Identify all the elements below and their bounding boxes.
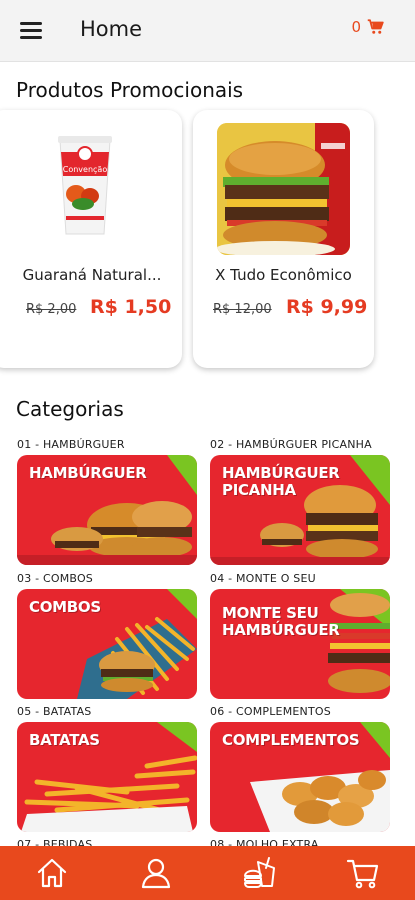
- menu-icon-bar: [20, 22, 42, 25]
- category-label: 06 - COMPLEMENTOS: [210, 705, 331, 718]
- x-tudo-image: [217, 123, 350, 255]
- category-label: 05 - BATATAS: [17, 705, 92, 718]
- category-banner-text: BATATAS: [29, 731, 100, 749]
- category-label: 04 - MONTE O SEU: [210, 572, 316, 585]
- nav-menu-button[interactable]: [234, 851, 284, 895]
- guarana-cup-image: Convenção: [58, 136, 112, 235]
- menu-icon-bar: [20, 29, 42, 32]
- promo-product-name: Guaraná Natural...: [22, 266, 162, 284]
- promo-old-price: R$ 2,00: [26, 302, 77, 317]
- category-label: 02 - HAMBÚRGUER PICANHA: [210, 438, 372, 451]
- category-card-complementos[interactable]: COMPLEMENTOS: [210, 722, 390, 832]
- category-banner-text: COMBOS: [29, 598, 101, 616]
- category-banner-text: MONTE SEU HAMBÚRGUER: [222, 604, 340, 639]
- category-card-hamburguer[interactable]: HAMBÚRGUER: [17, 455, 197, 565]
- nav-cart-button[interactable]: [338, 851, 388, 895]
- promo-product-name: X Tudo Econômico: [215, 266, 352, 284]
- category-banner-text: HAMBÚRGUER: [29, 464, 147, 482]
- category-banner-text: HAMBÚRGUER PICANHA: [222, 464, 340, 499]
- nav-profile-button[interactable]: [131, 851, 181, 895]
- category-label: 03 - COMBOS: [17, 572, 93, 585]
- menu-button[interactable]: [20, 22, 42, 40]
- promo-old-price: R$ 12,00: [213, 302, 272, 317]
- nav-home-button[interactable]: [27, 851, 77, 895]
- categories-section-title: Categorias: [16, 397, 124, 421]
- home-icon: [37, 858, 66, 888]
- menu-icon-bar: [20, 36, 42, 39]
- cup-brand-text: Convenção: [63, 165, 108, 174]
- cart-icon: [347, 859, 379, 889]
- food-icon: [244, 857, 276, 888]
- promo-card-guarana[interactable]: Convenção Guaraná Natural... R$ 2,00 R$ …: [0, 110, 182, 368]
- category-card-monte-seu[interactable]: MONTE SEU HAMBÚRGUER: [210, 589, 390, 699]
- category-card-hamburguer-picanha[interactable]: HAMBÚRGUER PICANHA: [210, 455, 390, 565]
- category-card-batatas[interactable]: BATATAS: [17, 722, 197, 832]
- page-title: Home: [80, 17, 143, 41]
- promo-new-price: R$ 9,99: [286, 296, 368, 318]
- category-card-combos[interactable]: COMBOS: [17, 589, 197, 699]
- promo-new-price: R$ 1,50: [90, 296, 172, 318]
- cart-count-badge: 0: [351, 18, 361, 36]
- bottom-navigation: [0, 846, 415, 900]
- promo-carousel[interactable]: Convenção Guaraná Natural... R$ 2,00 R$ …: [0, 110, 415, 370]
- header-cart-button[interactable]: 0: [351, 18, 385, 36]
- top-app-bar: Home 0: [0, 0, 415, 62]
- promo-card-x-tudo[interactable]: X Tudo Econômico R$ 12,00 R$ 9,99: [193, 110, 374, 368]
- user-icon: [141, 858, 170, 889]
- promo-section-title: Produtos Promocionais: [16, 78, 244, 102]
- category-label: 01 - HAMBÚRGUER: [17, 438, 125, 451]
- cart-icon: [367, 19, 384, 34]
- category-banner-text: COMPLEMENTOS: [222, 731, 360, 749]
